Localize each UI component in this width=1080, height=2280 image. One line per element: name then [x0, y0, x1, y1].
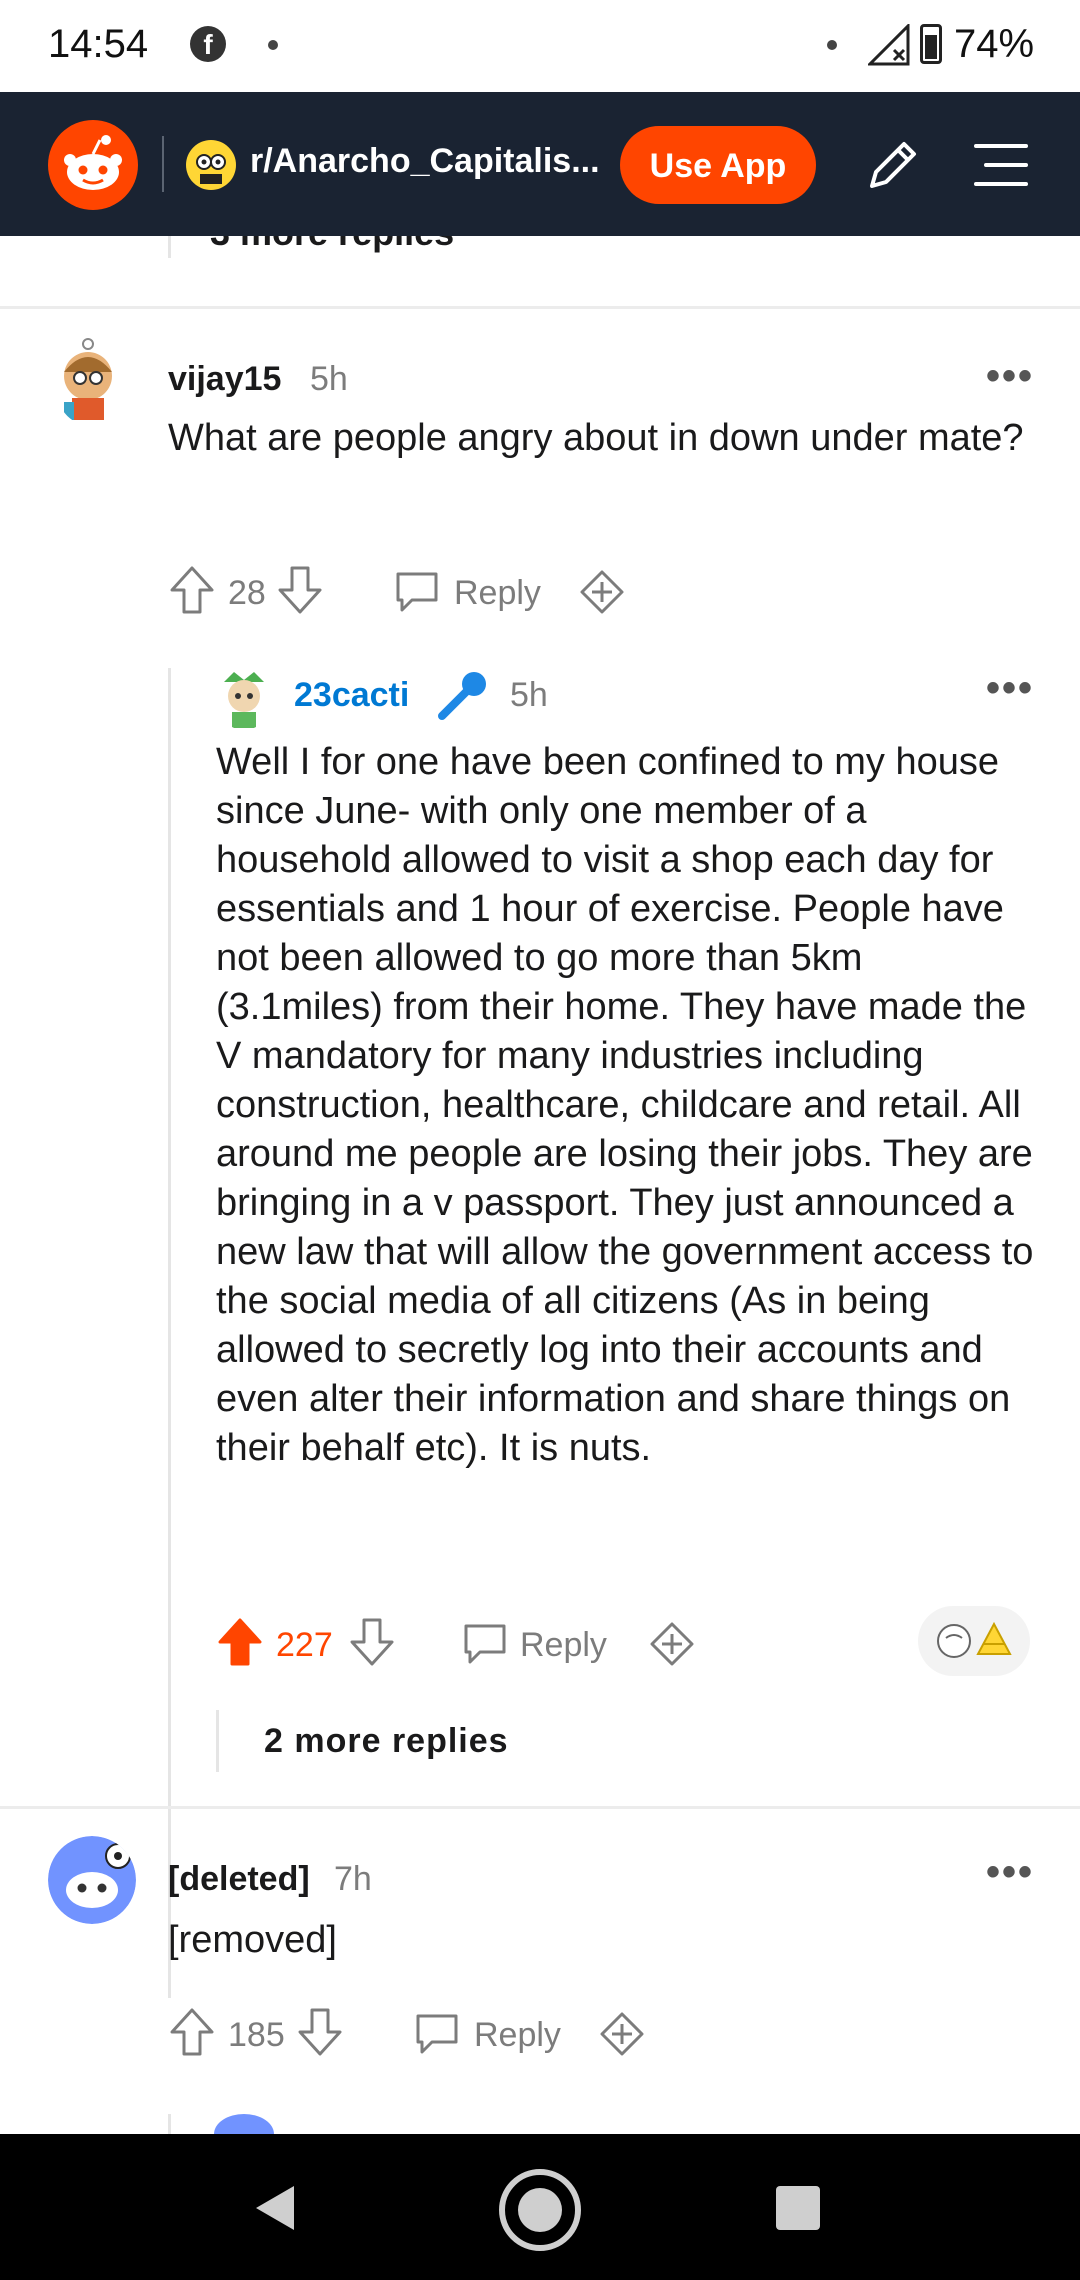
- comments-feed: 3 more replies vijay15 5h ••• What are p…: [0, 236, 1080, 2134]
- comment-time: 7h: [334, 1860, 372, 1898]
- upvote-icon[interactable]: [216, 1616, 264, 1668]
- award-icon[interactable]: [578, 568, 626, 616]
- comment-body: Well I for one have been confined to my …: [216, 741, 1034, 1469]
- reply-icon[interactable]: [392, 568, 442, 616]
- avatar: [214, 2114, 274, 2134]
- vote-score: 28: [228, 574, 266, 612]
- avatar[interactable]: [54, 336, 126, 426]
- use-app-button[interactable]: Use App: [620, 126, 816, 204]
- vote-score: 227: [276, 1626, 333, 1664]
- notification-dot-icon: [268, 40, 278, 50]
- battery-percent: 74%: [954, 22, 1035, 66]
- more-options-icon[interactable]: •••: [986, 1850, 1034, 1895]
- avatar[interactable]: [48, 1836, 136, 1924]
- vote-score: 185: [228, 2016, 285, 2054]
- comment-username[interactable]: 23cacti: [294, 676, 409, 715]
- dot-icon: [827, 40, 837, 50]
- reply-button[interactable]: Reply: [474, 2016, 561, 2055]
- more-replies-link[interactable]: 2 more replies: [264, 1722, 509, 1761]
- signal-icon: [868, 24, 910, 66]
- comment-actions: 28 Reply: [168, 562, 668, 622]
- system-nav-bar: [0, 2134, 1080, 2280]
- comment-actions: 227 Reply: [216, 1614, 716, 1674]
- downvote-icon[interactable]: [348, 1616, 396, 1668]
- more-replies-link[interactable]: 3 more replies: [210, 236, 454, 254]
- reddit-logo-icon[interactable]: [48, 120, 138, 210]
- reply-button[interactable]: Reply: [520, 1626, 607, 1665]
- thread-line: [168, 2114, 171, 2134]
- microphone-icon: [438, 672, 486, 720]
- comment-body: [removed]: [168, 1919, 337, 1961]
- recents-icon[interactable]: [774, 2184, 822, 2232]
- home-icon[interactable]: [496, 2166, 584, 2254]
- more-options-icon[interactable]: •••: [986, 354, 1034, 399]
- thread-line: [168, 668, 171, 1998]
- comment-time: 5h: [510, 676, 548, 714]
- downvote-icon[interactable]: [276, 564, 324, 616]
- facebook-icon: f: [190, 26, 226, 62]
- downvote-icon[interactable]: [296, 2006, 344, 2058]
- app-header: r/Anarcho_Capitalis... Use App: [0, 92, 1080, 236]
- comment-username[interactable]: [deleted]: [168, 1860, 310, 1899]
- comment-body: What are people angry about in down unde…: [168, 417, 1024, 459]
- reply-icon[interactable]: [460, 1620, 510, 1668]
- upvote-icon[interactable]: [168, 564, 216, 616]
- subreddit-avatar[interactable]: [186, 140, 236, 190]
- reply-icon[interactable]: [412, 2010, 462, 2058]
- comment-time: 5h: [310, 360, 348, 398]
- comment-divider: [0, 1806, 1080, 1809]
- menu-icon[interactable]: [970, 134, 1032, 196]
- subreddit-name[interactable]: r/Anarcho_Capitalis...: [250, 142, 600, 181]
- back-icon[interactable]: [250, 2182, 302, 2234]
- avatar[interactable]: [216, 668, 272, 730]
- thread-line: [168, 236, 171, 258]
- status-bar: 14:54 f 74%: [0, 0, 1080, 92]
- battery-icon: [920, 24, 942, 64]
- reply-button[interactable]: Reply: [454, 574, 541, 613]
- upvote-icon[interactable]: [168, 2006, 216, 2058]
- more-options-icon[interactable]: •••: [986, 666, 1034, 711]
- comment-divider: [0, 306, 1080, 309]
- award-icon[interactable]: [598, 2010, 646, 2058]
- header-divider: [162, 136, 164, 192]
- clock: 14:54: [48, 22, 149, 66]
- comment-actions: 185 Reply: [168, 2004, 688, 2064]
- awards-badge[interactable]: [918, 1606, 1030, 1676]
- award-icon[interactable]: [648, 1620, 696, 1668]
- pencil-icon[interactable]: [862, 134, 924, 196]
- thread-line: [216, 1710, 219, 1772]
- comment-username[interactable]: vijay15: [168, 360, 281, 399]
